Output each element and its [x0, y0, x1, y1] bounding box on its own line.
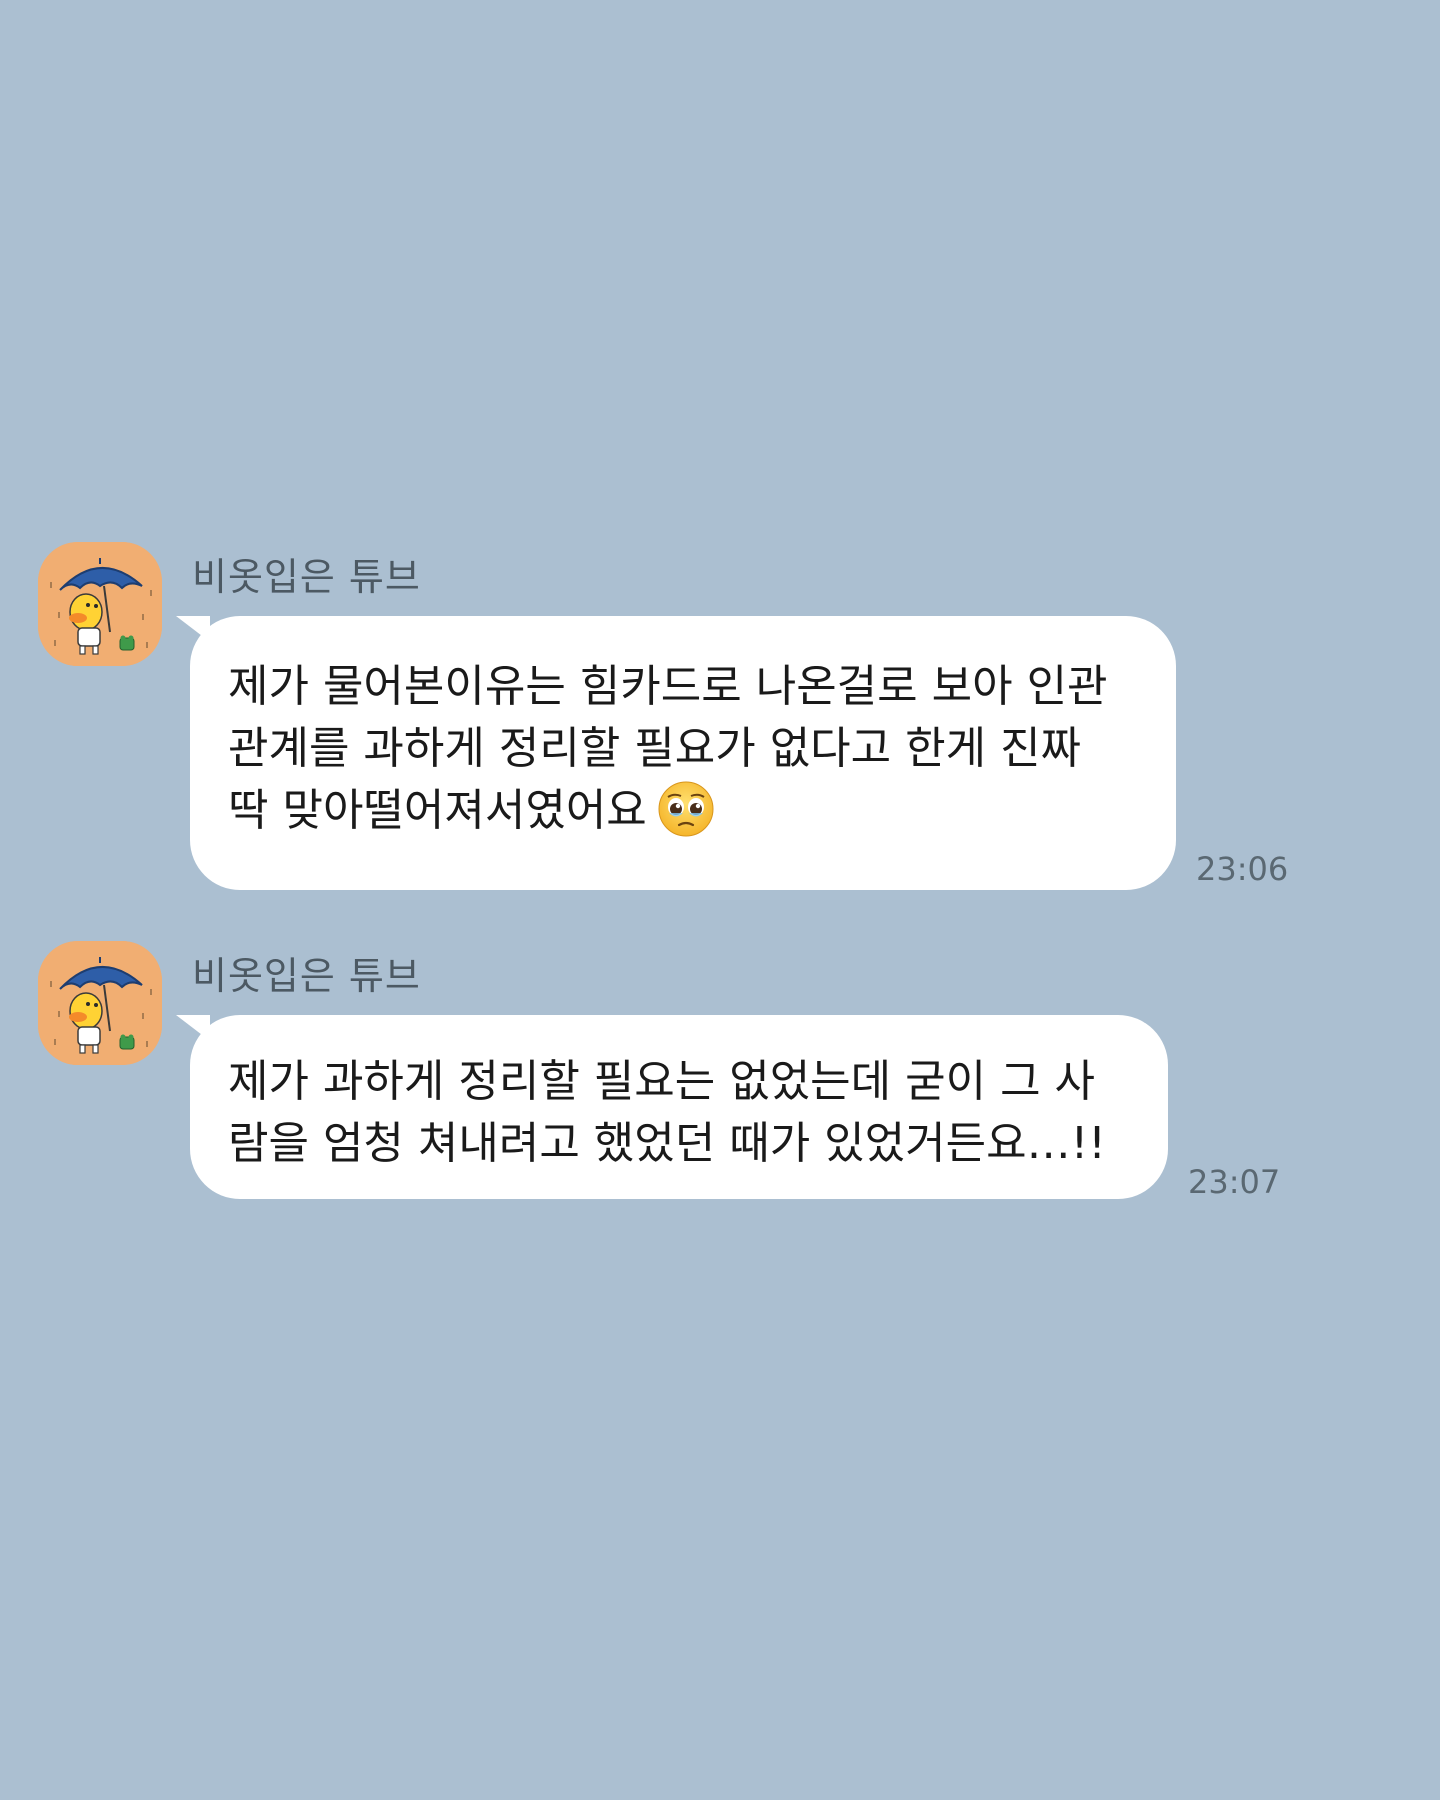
tube-duck-umbrella-avatar-icon	[38, 542, 162, 666]
message-time: 23:06	[1196, 850, 1289, 888]
pleading-face-icon	[657, 780, 715, 838]
sender-name: 비옷입은 튜브	[192, 954, 421, 998]
message-bubble[interactable]: 제가 물어본이유는 힘카드로 나온걸로 보아 인관 관계를 과하게 정리할 필요…	[176, 616, 1176, 890]
message-bubble[interactable]: 제가 과하게 정리할 필요는 없었는데 굳이 그 사 람을 엄청 쳐내려고 했었…	[176, 1015, 1168, 1199]
sender-name: 비옷입은 튜브	[192, 555, 421, 599]
chat-area[interactable]: 비옷입은 튜브 제가 물어본이유는 힘카드로 나온걸로 보아 인관 관계를 과하…	[0, 0, 1440, 1800]
tube-duck-umbrella-avatar-icon	[38, 941, 162, 1065]
message-text: 제가 과하게 정리할 필요는 없었는데 굳이 그 사 람을 엄청 쳐내려고 했었…	[228, 1056, 1106, 1169]
message-time: 23:07	[1188, 1163, 1281, 1201]
sender-avatar[interactable]	[38, 941, 162, 1065]
sender-avatar[interactable]	[38, 542, 162, 666]
